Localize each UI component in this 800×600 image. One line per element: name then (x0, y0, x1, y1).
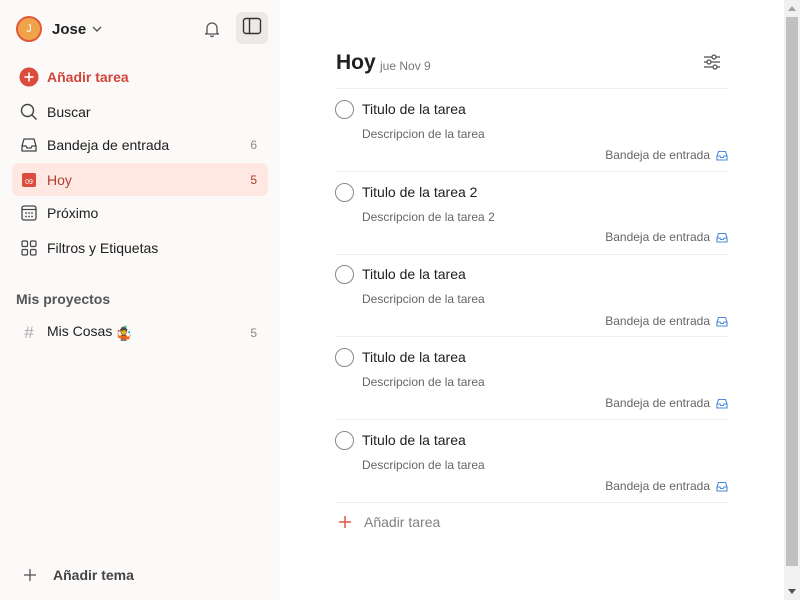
task-description: Descripcion de la tarea (362, 292, 485, 306)
task-item[interactable]: Titulo de la tarea Descripcion de la tar… (335, 89, 728, 172)
sidebar-item-search[interactable]: Buscar (12, 95, 268, 128)
project-label: Mis Cosas 🤹 (47, 323, 133, 341)
task-title[interactable]: Titulo de la tarea 2 (362, 184, 477, 200)
task-title[interactable]: Titulo de la tarea (362, 101, 466, 117)
page-title: Hoy (336, 51, 376, 74)
task-item[interactable]: Titulo de la tarea Descripcion de la tar… (335, 420, 728, 503)
plus-circle-icon (19, 66, 39, 87)
task-project[interactable]: Bandeja de entrada (605, 148, 728, 162)
scroll-down-arrow-icon[interactable] (784, 583, 800, 600)
sidebar-item-label: Hoy (47, 171, 72, 188)
task-checkbox[interactable] (335, 183, 354, 202)
inbox-icon (716, 150, 728, 161)
sidebar-item-upcoming[interactable]: Próximo (12, 196, 268, 229)
task-title[interactable]: Titulo de la tarea (362, 432, 466, 448)
search-icon (19, 102, 39, 122)
avatar: J (16, 16, 42, 42)
hash-icon: # (24, 322, 34, 342)
user-name: Jose (52, 20, 87, 38)
sidebar-item-filters[interactable]: Filtros y Etiquetas (12, 231, 268, 264)
task-item[interactable]: Titulo de la tarea Descripcion de la tar… (335, 254, 728, 337)
sidebar-toggle-icon (242, 17, 262, 40)
plus-icon (20, 568, 40, 582)
user-menu[interactable]: J Jose (16, 14, 102, 44)
sidebar-item-today[interactable]: 09 Hoy 5 (12, 163, 268, 196)
task-item[interactable]: Titulo de la tarea 2 Descripcion de la t… (335, 172, 728, 255)
view-settings-button[interactable] (700, 52, 724, 76)
add-team-label: Añadir tema (53, 567, 134, 583)
sidebar-item-count: 5 (250, 172, 257, 187)
task-description: Descripcion de la tarea (362, 375, 485, 389)
inbox-icon (716, 481, 728, 492)
inbox-icon (716, 398, 728, 409)
main-content: Hoy jue Nov 9 Titulo de la tarea Descrip… (280, 0, 784, 600)
task-project[interactable]: Bandeja de entrada (605, 396, 728, 410)
project-emoji: 🤹 (115, 325, 133, 341)
task-checkbox[interactable] (335, 431, 354, 450)
sidebar: J Jose Añadir tarea Buscar Bandeja de en… (0, 0, 280, 600)
add-task-inline-button[interactable]: Añadir tarea (336, 510, 440, 534)
inbox-icon (716, 316, 728, 327)
task-title[interactable]: Titulo de la tarea (362, 349, 466, 365)
project-item[interactable]: # Mis Cosas 🤹 5 (12, 316, 268, 349)
add-task-label: Añadir tarea (47, 68, 129, 85)
task-item[interactable]: Titulo de la tarea Descripcion de la tar… (335, 337, 728, 420)
sidebar-item-label: Buscar (47, 103, 91, 120)
sidebar-item-count: 6 (250, 137, 257, 152)
sidebar-item-inbox[interactable]: Bandeja de entrada 6 (12, 128, 268, 161)
task-project[interactable]: Bandeja de entrada (605, 314, 728, 328)
inbox-icon (716, 232, 728, 243)
task-project[interactable]: Bandeja de entrada (605, 230, 728, 244)
settings-sliders-icon (703, 53, 721, 75)
bell-icon[interactable] (198, 15, 226, 43)
calendar-today-icon: 09 (19, 170, 39, 190)
scrollbar[interactable] (784, 0, 800, 600)
calendar-grid-icon (19, 203, 39, 223)
task-description: Descripcion de la tarea (362, 458, 485, 472)
add-team-button[interactable]: Añadir tema (20, 562, 134, 588)
sidebar-toggle-button[interactable] (236, 12, 268, 44)
inbox-icon (19, 135, 39, 155)
add-task-inline-label: Añadir tarea (364, 514, 441, 530)
filters-icon (19, 238, 39, 258)
plus-icon (336, 515, 354, 529)
chevron-down-icon (92, 26, 102, 32)
avatar-initial: J (26, 23, 32, 35)
task-project[interactable]: Bandeja de entrada (605, 479, 728, 493)
sidebar-item-label: Bandeja de entrada (47, 136, 170, 153)
task-checkbox[interactable] (335, 100, 354, 119)
task-description: Descripcion de la tarea 2 (362, 210, 495, 224)
svg-text:09: 09 (25, 179, 33, 186)
sidebar-item-label: Próximo (47, 204, 99, 221)
project-count: 5 (250, 325, 257, 340)
task-title[interactable]: Titulo de la tarea (362, 266, 466, 282)
add-task-button[interactable]: Añadir tarea (12, 60, 268, 93)
projects-section-title[interactable]: Mis proyectos (16, 291, 110, 307)
sidebar-item-label: Filtros y Etiquetas (47, 239, 159, 256)
task-description: Descripcion de la tarea (362, 127, 485, 141)
page-date: jue Nov 9 (380, 59, 431, 73)
scrollbar-thumb[interactable] (786, 17, 798, 566)
task-checkbox[interactable] (335, 265, 354, 284)
scroll-up-arrow-icon[interactable] (784, 0, 800, 17)
task-checkbox[interactable] (335, 348, 354, 367)
